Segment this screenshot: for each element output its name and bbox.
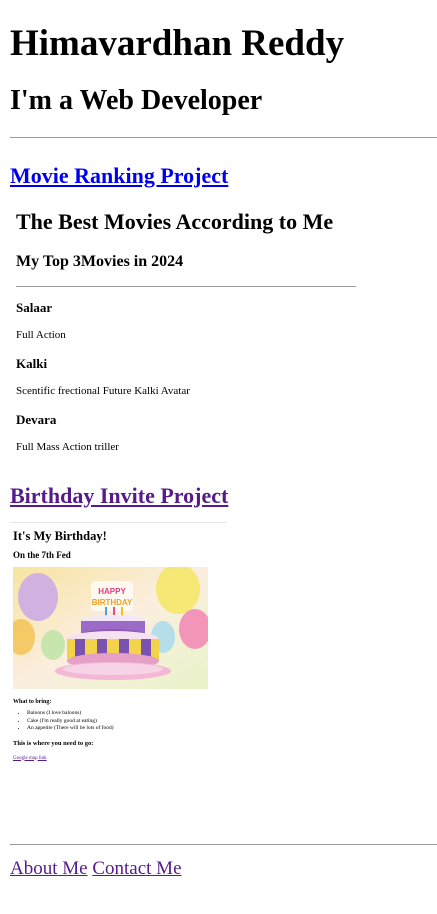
birthday-preview-title: It's My Birthday! [13, 529, 107, 543]
movie-description: Full Action [16, 329, 66, 341]
movie-name: Kalki [16, 356, 48, 371]
footer-nav: About Me Contact Me [10, 857, 182, 881]
portfolio-page: Himavardhan Reddy I'm a Web Developer Mo… [0, 22, 437, 761]
cake-illustration: HAPPY BIRTHDAY [7, 564, 211, 689]
divider [10, 137, 437, 138]
bring-list: Baloons (I love baloons) Cake (I'm reall… [13, 710, 226, 733]
movie-preview-title: The Best Movies According to Me [16, 209, 334, 234]
movie-description: Scentific frectional Future Kalki Avatar [16, 385, 190, 397]
movie-preview-divider [16, 286, 356, 287]
movie-description: Full Mass Action triller [16, 441, 119, 453]
svg-text:BIRTHDAY: BIRTHDAY [92, 598, 133, 607]
movie-name: Devara [16, 412, 57, 427]
list-item: An appetite (There will be lots of food) [27, 725, 226, 733]
movie-project-preview: The Best Movies According to Me My Top 3… [16, 208, 362, 454]
movie-preview-subtitle: My Top 3Movies in 2024 [16, 253, 184, 270]
birthday-project-link[interactable]: Birthday Invite Project [10, 482, 427, 510]
map-link[interactable]: Google map link [13, 756, 226, 761]
location-heading: This is where you need to go: [13, 739, 94, 747]
movie-project-link[interactable]: Movie Ranking Project [10, 162, 427, 190]
page-title: Himavardhan Reddy [10, 23, 345, 64]
birthday-preview-date: On the 7th Fed [13, 550, 71, 560]
svg-text:HAPPY: HAPPY [98, 587, 126, 596]
bring-heading: What to bring: [13, 699, 52, 705]
list-item: Baloons (I love baloons) [27, 710, 226, 718]
contact-me-link[interactable]: Contact Me [92, 858, 181, 879]
movie-name: Salaar [16, 300, 53, 315]
page-subtitle: I'm a Web Developer [10, 85, 263, 116]
birthday-cake-image: HAPPY BIRTHDAY [7, 564, 211, 689]
footer-divider [10, 844, 437, 845]
birthday-project-preview: It's My Birthday! On the 7th Fed HAPPY B… [7, 522, 226, 761]
about-me-link[interactable]: About Me [10, 858, 88, 879]
list-item: Cake (I'm really good at eating) [27, 718, 226, 726]
